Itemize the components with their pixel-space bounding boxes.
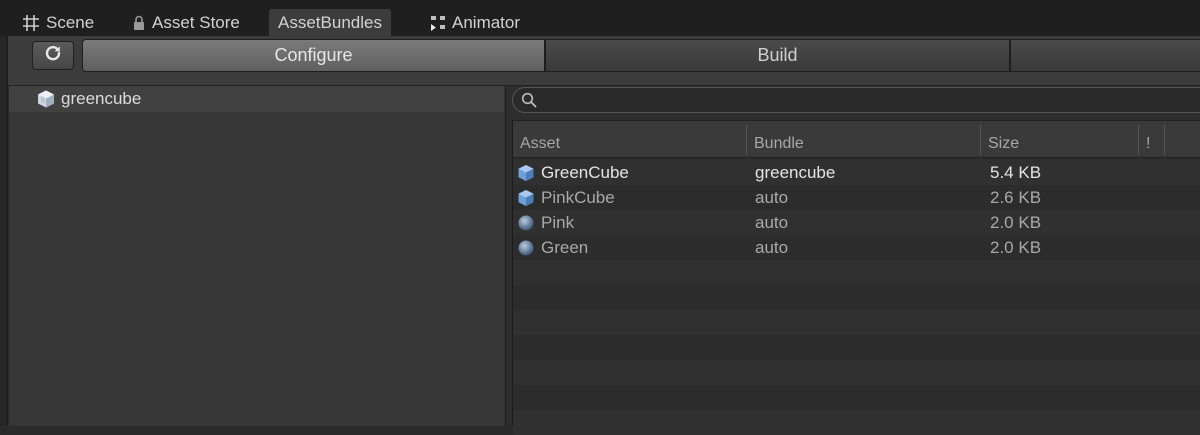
column-divider[interactable] — [1164, 125, 1165, 155]
tab-strip: Scene Asset Store AssetBundles Animator — [0, 0, 1200, 36]
tab-scene[interactable]: Scene — [22, 9, 94, 36]
size-cell: 2.0 KB — [990, 213, 1042, 232]
empty-row — [513, 385, 1200, 410]
size-cell: 2.6 KB — [990, 188, 1042, 207]
table-row[interactable]: Pink auto 2.0 KB — [513, 210, 1200, 235]
tab-label: AssetBundles — [278, 12, 382, 32]
cube-icon — [36, 89, 56, 109]
tab-label: Animator — [452, 12, 521, 32]
table-row[interactable]: Green auto 2.0 KB — [513, 235, 1200, 260]
bundle-name: greencube — [61, 89, 142, 108]
build-label: Build — [757, 45, 798, 65]
bundle-list-panel: greencube — [9, 86, 506, 426]
build-tab-button[interactable]: Build — [545, 39, 1010, 72]
search-icon — [521, 92, 537, 108]
tab-assetbundles[interactable]: AssetBundles — [269, 9, 391, 36]
inspect-tab-button[interactable] — [1010, 39, 1200, 72]
tab-label: Scene — [46, 12, 95, 32]
configure-tab-button[interactable]: Configure — [82, 39, 545, 72]
grid-icon — [22, 14, 40, 32]
search-field[interactable] — [512, 87, 1200, 113]
asset-cell: Green — [517, 238, 588, 258]
column-header-bundle[interactable]: Bundle — [754, 135, 804, 153]
column-header-size[interactable]: Size — [988, 135, 1019, 153]
empty-row — [513, 335, 1200, 360]
size-cell: 5.4 KB — [990, 163, 1042, 182]
window-edge — [0, 36, 8, 426]
column-divider[interactable] — [1138, 125, 1139, 155]
table-header: Asset Bundle Size ! — [513, 120, 1200, 158]
column-header-asset[interactable]: Asset — [520, 135, 560, 153]
empty-row — [513, 260, 1200, 285]
empty-row — [513, 410, 1200, 435]
table-row[interactable]: GreenCube greencube 5.4 KB — [513, 160, 1200, 185]
lock-icon — [132, 15, 146, 31]
bundle-cell: auto — [755, 213, 789, 232]
bundle-cell: auto — [755, 188, 789, 207]
asset-name: Green — [541, 238, 589, 257]
cube-icon — [517, 164, 535, 182]
asset-cell: PinkCube — [517, 188, 615, 208]
size-cell: 2.0 KB — [990, 238, 1042, 257]
refresh-button[interactable] — [32, 41, 74, 70]
configure-label: Configure — [274, 45, 353, 65]
asset-name: GreenCube — [541, 163, 629, 182]
asset-cell: Pink — [517, 213, 574, 233]
tab-animator[interactable]: Animator — [430, 9, 520, 36]
sphere-icon — [517, 239, 535, 257]
empty-row — [513, 360, 1200, 385]
empty-row — [513, 310, 1200, 335]
sphere-icon — [517, 214, 535, 232]
asset-name: PinkCube — [541, 188, 615, 207]
column-header-warning[interactable]: ! — [1146, 135, 1150, 153]
animator-icon — [430, 14, 446, 32]
empty-row — [513, 285, 1200, 310]
column-divider[interactable] — [746, 125, 747, 155]
refresh-icon — [44, 44, 62, 67]
asset-name: Pink — [541, 213, 575, 232]
asset-table: Asset Bundle Size ! GreenCube greencube … — [512, 120, 1200, 435]
tab-label: Asset Store — [152, 12, 240, 32]
cube-icon — [517, 189, 535, 207]
search-input[interactable] — [541, 90, 1141, 110]
bundle-item-greencube[interactable]: greencube — [9, 86, 504, 112]
column-divider[interactable] — [980, 125, 981, 155]
bundle-cell: greencube — [755, 163, 836, 182]
tab-asset-store[interactable]: Asset Store — [132, 9, 240, 36]
asset-cell: GreenCube — [517, 163, 629, 183]
bundle-cell: auto — [755, 238, 789, 257]
table-row[interactable]: PinkCube auto 2.6 KB — [513, 185, 1200, 210]
